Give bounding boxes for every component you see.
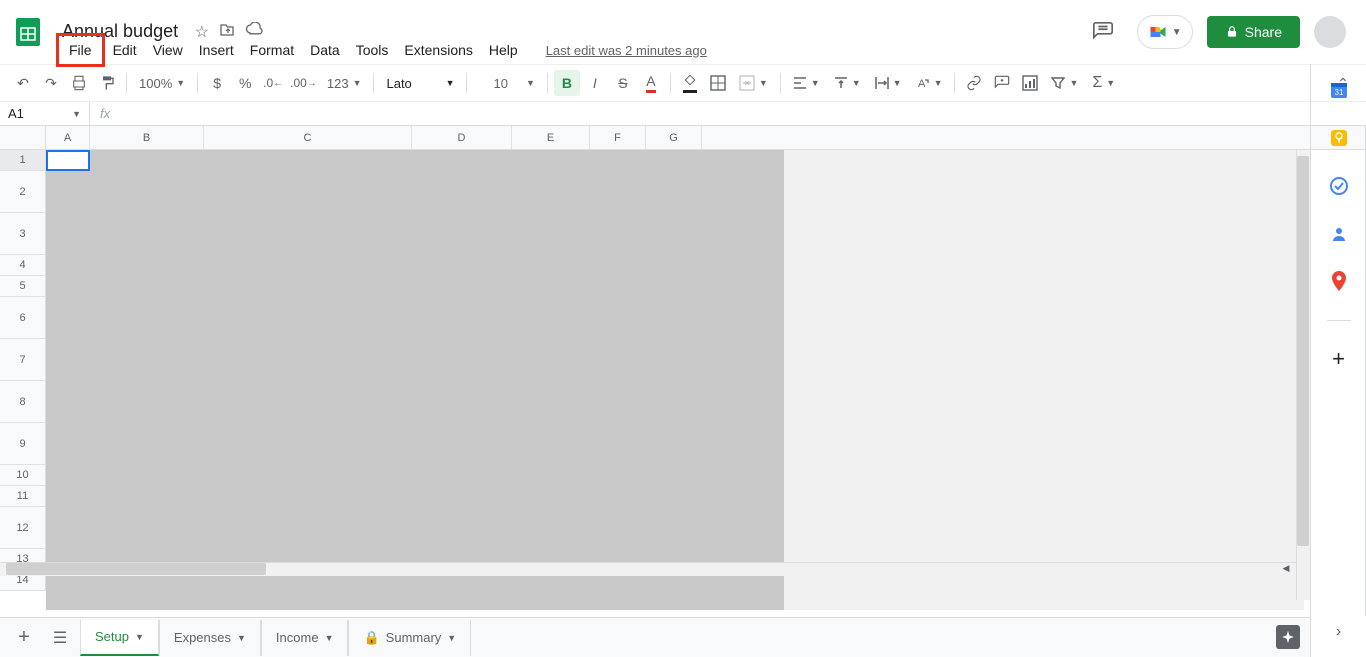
menu-tools[interactable]: Tools [348,38,397,62]
row-header-9[interactable]: 9 [0,423,46,465]
rotate-button[interactable]: A▼ [910,76,949,90]
sheets-logo[interactable] [8,12,48,52]
chevron-down-icon[interactable]: ▼ [447,633,456,643]
col-header-D[interactable]: D [412,126,512,149]
row-header-3[interactable]: 3 [0,213,46,255]
row-header-11[interactable]: 11 [0,486,46,507]
col-header-C[interactable]: C [204,126,412,149]
explore-button[interactable] [1276,625,1300,649]
col-header-A[interactable]: A [46,126,90,149]
lock-icon: 🔒 [363,630,379,646]
percent-button[interactable]: % [232,70,258,96]
select-all-corner[interactable] [0,126,46,149]
paint-format-button[interactable] [94,70,120,96]
undo-button[interactable]: ↶ [10,70,36,96]
get-addons-icon[interactable]: + [1329,349,1349,369]
chevron-down-icon[interactable]: ▼ [325,633,334,643]
fill-color-button[interactable] [677,70,703,96]
col-header-B[interactable]: B [90,126,204,149]
fx-icon: fx [90,106,120,121]
add-sheet-button[interactable]: + [8,622,40,654]
print-button[interactable] [66,70,92,96]
menu-format[interactable]: Format [242,38,302,62]
currency-button[interactable]: $ [204,70,230,96]
zoom-select[interactable]: 100%▼ [133,76,191,91]
row-header-7[interactable]: 7 [0,339,46,381]
row-header-10[interactable]: 10 [0,465,46,486]
col-header-F[interactable]: F [590,126,646,149]
svg-text:31: 31 [1334,88,1343,97]
decrease-decimal-button[interactable]: .0← [260,70,286,96]
maps-icon[interactable] [1329,272,1349,292]
col-header-G[interactable]: G [646,126,702,149]
valign-button[interactable]: ▼ [828,76,867,90]
menu-extensions[interactable]: Extensions [396,38,480,62]
share-button[interactable]: Share [1207,16,1300,48]
menu-edit[interactable]: Edit [105,38,145,62]
text-color-button[interactable]: A [638,70,664,96]
comment-button[interactable] [989,70,1015,96]
tasks-icon[interactable] [1329,176,1349,196]
chevron-down-icon[interactable]: ▼ [237,633,246,643]
active-cell[interactable] [46,150,90,171]
increase-decimal-button[interactable]: .00→ [288,70,319,96]
chart-button[interactable] [1017,70,1043,96]
halign-button[interactable]: ▼ [787,76,826,90]
wrap-button[interactable]: ▼ [869,76,908,90]
comment-history-icon[interactable] [1083,12,1123,52]
sheet-tab-expenses[interactable]: Expenses▼ [159,620,261,656]
functions-button[interactable]: Σ▼ [1086,74,1121,92]
italic-button[interactable]: I [582,70,608,96]
sheet-tab-income[interactable]: Income▼ [261,620,349,656]
bold-button[interactable]: B [554,70,580,96]
row-header-8[interactable]: 8 [0,381,46,423]
empty-grid-area[interactable] [784,150,1304,610]
keep-icon[interactable] [1329,128,1349,148]
col-header-E[interactable]: E [512,126,590,149]
share-label: Share [1245,24,1282,40]
name-box[interactable]: A1 ▼ [0,102,90,125]
row-header-1[interactable]: 1 [0,150,46,171]
row-header-4[interactable]: 4 [0,255,46,276]
redo-button[interactable]: ↷ [38,70,64,96]
all-sheets-button[interactable]: ☰ [44,622,76,654]
sheet-tab-setup[interactable]: Setup▼ [80,620,159,656]
selected-range[interactable] [46,150,784,610]
font-select[interactable]: Lato▼ [380,76,460,91]
account-avatar[interactable] [1314,16,1346,48]
row-header-12[interactable]: 12 [0,507,46,549]
menu-view[interactable]: View [145,38,191,62]
menu-insert[interactable]: Insert [191,38,242,62]
chevron-down-icon[interactable]: ▼ [135,632,144,642]
menu-help[interactable]: Help [481,38,526,62]
formula-input[interactable] [120,106,1366,121]
contacts-icon[interactable] [1329,224,1349,244]
strikethrough-button[interactable]: S [610,70,636,96]
chevron-down-icon: ▼ [1172,27,1182,38]
menu-file[interactable]: File [56,33,105,67]
number-format-select[interactable]: 123▼ [321,76,368,91]
row-header-6[interactable]: 6 [0,297,46,339]
sheet-tab-summary[interactable]: 🔒Summary▼ [348,620,471,656]
last-edit-link[interactable]: Last edit was 2 minutes ago [546,43,707,58]
meet-button[interactable]: ▼ [1137,15,1193,49]
merge-button[interactable]: ▼ [733,75,774,91]
row-header-2[interactable]: 2 [0,171,46,213]
hide-sidepanel-icon[interactable]: › [1336,623,1341,641]
font-size-select[interactable]: 10▼ [473,76,540,91]
row-header-5[interactable]: 5 [0,276,46,297]
horizontal-scrollbar[interactable]: ◀▶ [0,562,1309,576]
calendar-icon[interactable]: 31 [1329,80,1349,100]
filter-button[interactable]: ▼ [1045,76,1084,90]
svg-text:A: A [918,78,926,90]
menu-data[interactable]: Data [302,38,348,62]
vertical-scrollbar[interactable] [1296,150,1310,600]
link-button[interactable] [961,70,987,96]
borders-button[interactable] [705,70,731,96]
